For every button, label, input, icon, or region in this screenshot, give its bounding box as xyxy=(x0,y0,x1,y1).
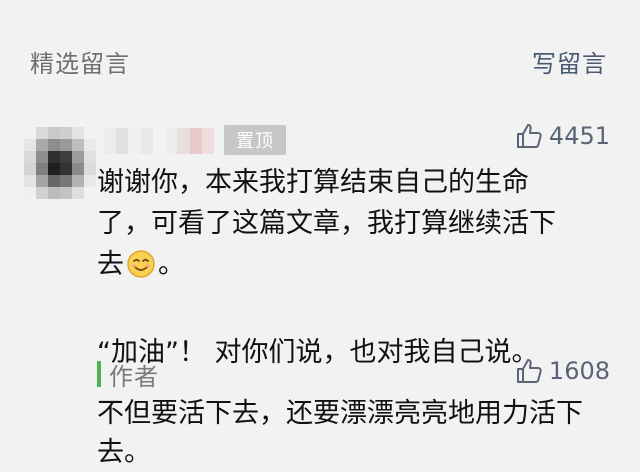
thumbs-up-icon xyxy=(516,359,542,383)
smiling-face-icon xyxy=(126,249,156,291)
thumbs-up-icon xyxy=(516,124,542,148)
write-comment-link[interactable]: 写留言 xyxy=(532,44,607,79)
comment-like-count: 4451 xyxy=(548,122,610,150)
comment-like-button[interactable]: 4451 xyxy=(515,122,610,150)
comment-paragraph-2: “加油”！ 对你们说，也对我自己说。 xyxy=(97,337,539,368)
pinned-badge: 置顶 xyxy=(224,125,286,155)
reply-like-count: 1608 xyxy=(548,357,610,385)
author-reply-text: 不但要活下去，还要漂漂亮亮地用力活下去。 xyxy=(97,398,583,468)
comment-body: 谢谢你，本来我打算结束自己的生命了，可看了这篇文章，我打算继续活下去。 “加油”… xyxy=(97,162,567,373)
section-title: 精选留言 xyxy=(30,50,130,78)
avatar[interactable] xyxy=(24,127,96,199)
reply-like-button[interactable]: 1608 xyxy=(515,357,610,385)
author-label: 作者 xyxy=(109,362,159,391)
author-accent-bar xyxy=(97,361,101,387)
comment-paragraph-1: 谢谢你，本来我打算结束自己的生命了，可看了这篇文章，我打算继续活下去。 xyxy=(97,162,567,291)
comments-header: 精选留言 写留言 xyxy=(0,0,640,120)
author-reply-header: 作者 xyxy=(97,358,159,391)
commenter-name[interactable] xyxy=(104,128,214,154)
